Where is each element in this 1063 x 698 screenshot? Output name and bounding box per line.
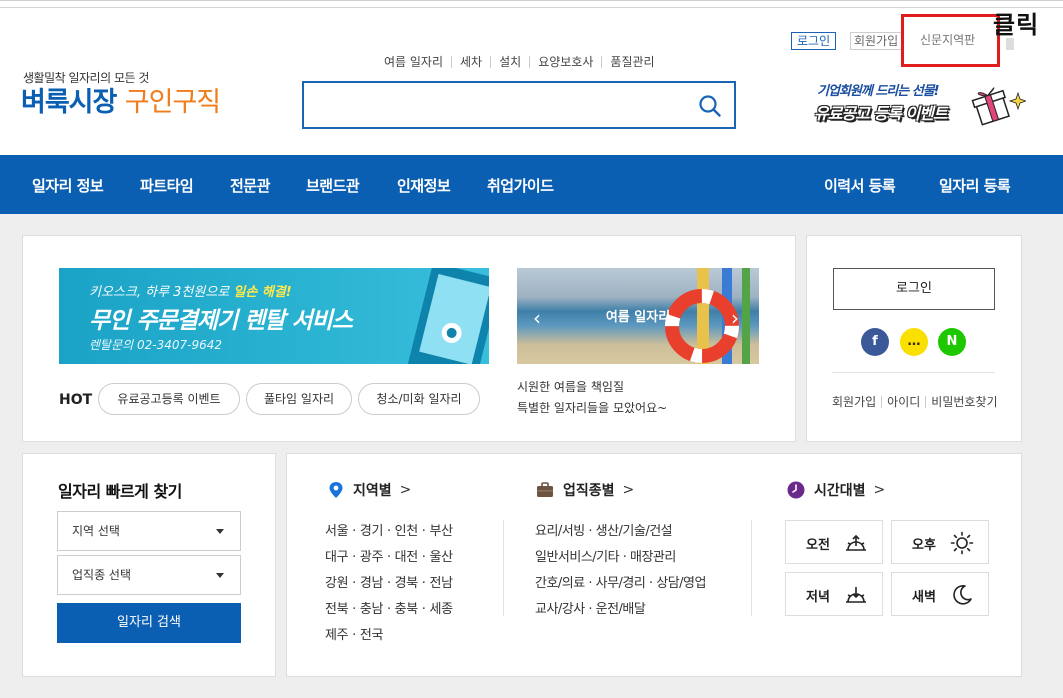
promo-line1: 기업회원께 드리는 선물! (817, 84, 940, 99)
promo-event-banner[interactable]: 기업회원께 드리는 선물! 유료공고 등록 이벤트 (812, 79, 1027, 129)
search-input[interactable] (314, 91, 684, 119)
summer-banner-label: 여름 일자리 (605, 310, 671, 325)
chevron-right-icon: > (873, 482, 886, 498)
chevron-right-icon: > (622, 482, 635, 498)
sunset-icon (846, 587, 866, 603)
find-password-link[interactable]: 비밀번호찾기 (925, 396, 1002, 408)
region-link-row[interactable]: 제주 · 전국 (325, 624, 383, 643)
region-link-row[interactable]: 전북 · 충남 · 충북 · 세종 (325, 598, 453, 617)
header-login-button[interactable]: 로그인 (791, 32, 837, 50)
keyword-link[interactable]: 설치 (490, 56, 529, 68)
kiosk-icon (405, 268, 489, 364)
quick-search-title: 일자리 빠르게 찾기 (58, 482, 182, 501)
click-annotation: 클릭 (993, 11, 1040, 39)
region-link-row[interactable]: 강원 · 경남 · 경북 · 전남 (325, 572, 453, 591)
jobtype-select[interactable]: 업직종 선택 (57, 555, 241, 595)
nav-item-specialty[interactable]: 전문관 (230, 175, 270, 196)
promo-line2: 유료공고 등록 이벤트 (814, 104, 948, 123)
nav-item-resume-register[interactable]: 이력서 등록 (824, 175, 896, 196)
facebook-login-icon[interactable]: f (861, 328, 889, 356)
chevron-right-icon: > (399, 482, 412, 498)
site-logo[interactable]: 벼룩시장 구인구직 (21, 87, 221, 119)
sun-icon (950, 531, 974, 555)
account-links: 회원가입 아이디 비밀번호찾기 (832, 396, 1003, 408)
kakao-login-icon[interactable]: … (900, 328, 928, 356)
region-select[interactable]: 지역 선택 (57, 511, 241, 551)
gift-icon (971, 87, 1026, 126)
region-link-row[interactable]: 대구 · 광주 · 대전 · 울산 (325, 546, 453, 565)
jobtype-link-row[interactable]: 간호/의료 · 사무/경리 · 상담/영업 (535, 572, 706, 591)
kiosk-banner-contact: 렌탈문의 02-3407-9642 (89, 338, 222, 352)
hot-tag[interactable]: 유료공고등록 이벤트 (98, 383, 240, 415)
click-highlight-box (901, 14, 1000, 67)
header-join-button[interactable]: 회원가입 (850, 32, 903, 50)
region-section-header[interactable]: 지역별 > (328, 480, 411, 500)
join-link[interactable]: 회원가입 (832, 396, 881, 408)
nav-item-brand[interactable]: 브랜드관 (306, 175, 360, 196)
kiosk-banner-headline: 무인 주문결제기 렌탈 서비스 (89, 308, 353, 334)
region-link-row[interactable]: 서울 · 경기 · 인천 · 부산 (325, 520, 453, 539)
keyword-link[interactable]: 세차 (451, 56, 490, 68)
timeslot-label: 저녁 (806, 590, 830, 605)
moon-icon (953, 585, 972, 605)
nav-item-guide[interactable]: 취업가이드 (487, 175, 554, 196)
jobtype-section-title: 업직종별 (563, 483, 615, 499)
caret-down-icon (216, 573, 224, 578)
hot-label: HOT (59, 392, 93, 408)
kiosk-rental-banner[interactable]: 키오스크, 하루 3천원으로 일손 해결! 무인 주문결제기 렌탈 서비스 렌탈… (59, 268, 489, 364)
nav-item-job-register[interactable]: 일자리 등록 (939, 175, 1011, 196)
summer-jobs-banner[interactable]: ‹ › 여름 일자리 (517, 268, 759, 364)
search-bar (302, 81, 736, 129)
timeslot-dawn-button[interactable]: 새벽 (891, 572, 989, 616)
location-pin-icon (329, 482, 343, 498)
logo-accent-text: 구인구직 (124, 87, 221, 118)
logo-tagline: 생활밀착 일자리의 모든 것 (23, 71, 149, 85)
timeslot-evening-button[interactable]: 저녁 (785, 572, 883, 616)
find-id-link[interactable]: 아이디 (881, 396, 925, 408)
jobtype-link-row[interactable]: 요리/서빙 · 생산/기술/건설 (535, 520, 673, 539)
search-icon[interactable] (698, 94, 722, 118)
jobtype-link-row[interactable]: 일반서비스/기타 · 매장관리 (535, 546, 676, 565)
timeslot-label: 오후 (912, 538, 936, 553)
main-nav: 일자리 정보 파트타임 전문관 브랜드관 인재정보 취업가이드 이력서 등록 일… (0, 155, 1063, 214)
sunrise-icon (846, 534, 866, 551)
kiosk-banner-line1: 키오스크, 하루 3천원으로 일손 해결! (89, 285, 292, 300)
region-section-title: 지역별 (353, 483, 392, 499)
naver-login-icon[interactable]: N (938, 328, 966, 356)
timeslot-section-title: 시간대별 (814, 483, 866, 499)
site-header: 생활밀착 일자리의 모든 것 벼룩시장 구인구직 여름 일자리 세차 설치 요양… (0, 0, 1063, 155)
login-divider (832, 372, 995, 373)
jobtype-select-value: 업직종 선택 (72, 568, 132, 582)
nav-item-jobs[interactable]: 일자리 정보 (32, 175, 104, 196)
region-select-value: 지역 선택 (72, 524, 120, 538)
top-divider (0, 7, 1063, 8)
column-divider (751, 520, 752, 616)
timeslot-section-header[interactable]: 시간대별 > (787, 480, 885, 500)
nav-item-talent[interactable]: 인재정보 (397, 175, 451, 196)
column-divider (503, 520, 504, 616)
nav-item-parttime[interactable]: 파트타임 (140, 175, 194, 196)
logo-main-text: 벼룩시장 (21, 87, 117, 118)
keyword-link[interactable]: 요양보호사 (529, 56, 601, 68)
hot-tag[interactable]: 풀타임 일자리 (246, 383, 352, 415)
timeslot-label: 새벽 (912, 590, 936, 605)
summer-caption-1: 시원한 여름을 책임질 (517, 380, 624, 394)
summer-caption-2: 특별한 일자리들을 모았어요~ (517, 401, 668, 415)
keyword-link[interactable]: 여름 일자리 (384, 56, 451, 68)
briefcase-icon (537, 482, 553, 497)
hot-tag[interactable]: 청소/미화 일자리 (358, 383, 480, 415)
popular-keywords: 여름 일자리 세차 설치 요양보호사 품질관리 (384, 56, 663, 68)
login-button[interactable]: 로그인 (833, 268, 995, 310)
timeslot-label: 오전 (806, 538, 830, 553)
job-search-button[interactable]: 일자리 검색 (57, 603, 241, 643)
clock-icon (787, 481, 805, 499)
timeslot-afternoon-button[interactable]: 오후 (891, 520, 989, 564)
keyword-link[interactable]: 품질관리 (601, 56, 662, 68)
jobtype-link-row[interactable]: 교사/강사 · 운전/배달 (535, 598, 646, 617)
jobtype-section-header[interactable]: 업직종별 > (536, 480, 634, 500)
caret-down-icon (216, 529, 224, 534)
timeslot-morning-button[interactable]: 오전 (785, 520, 883, 564)
